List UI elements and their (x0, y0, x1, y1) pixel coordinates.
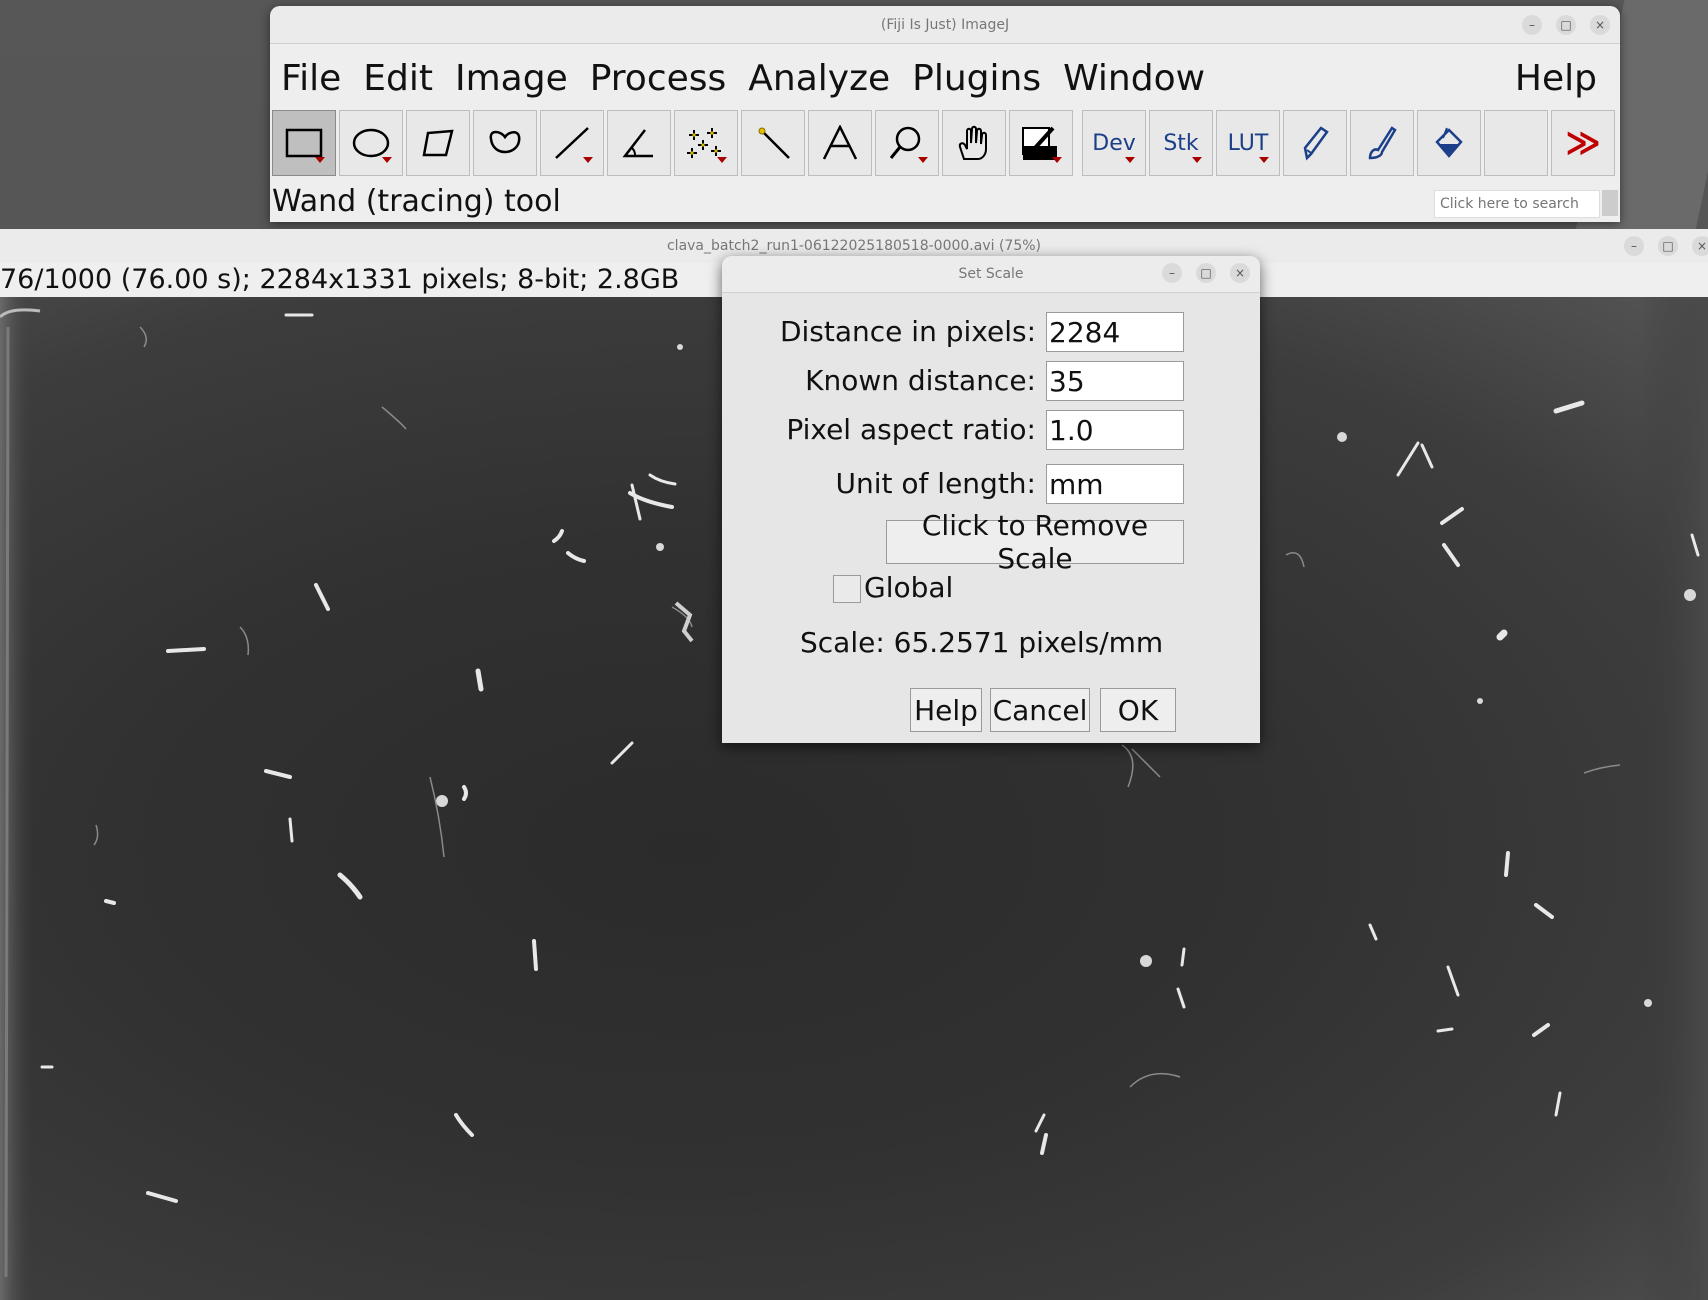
multipoint-icon (687, 128, 721, 158)
distance-pixels-field[interactable] (1046, 312, 1184, 352)
stack-menu-tool[interactable]: Stk (1149, 110, 1213, 176)
aspect-ratio-row: Pixel aspect ratio: (722, 410, 1260, 450)
dialog-title: Set Scale (958, 266, 1024, 282)
menu-process[interactable]: Process (579, 58, 738, 99)
maximize-button[interactable]: □ (1658, 236, 1678, 256)
maximize-button[interactable]: □ (1196, 263, 1216, 283)
unit-field[interactable] (1046, 464, 1184, 504)
aspect-ratio-label: Pixel aspect ratio: (786, 413, 1036, 446)
flood-fill-tool[interactable] (1417, 110, 1481, 176)
distance-pixels-row: Distance in pixels: (722, 312, 1260, 352)
polygon-tool[interactable] (406, 110, 470, 176)
known-distance-row: Known distance: (722, 361, 1260, 401)
more-tools-button[interactable]: ≫ (1551, 110, 1615, 176)
dialog-titlebar[interactable]: Set Scale – □ × (722, 256, 1260, 293)
scale-readout: Scale: 65.2571 pixels/mm (800, 626, 1164, 659)
status-bar: Wand (tracing) tool (272, 184, 561, 219)
text-tool[interactable] (808, 110, 872, 176)
fiji-window-title: (Fiji Is Just) ImageJ (880, 16, 1010, 33)
magic-wand-icon (758, 127, 790, 159)
tool-menu-indicator (382, 157, 392, 163)
tool-menu-indicator (717, 157, 727, 163)
distance-pixels-label: Distance in pixels: (779, 315, 1036, 348)
menu-window[interactable]: Window (1052, 58, 1216, 99)
menu-image[interactable]: Image (444, 58, 579, 99)
fiji-window-controls: – □ × (1522, 15, 1610, 35)
remove-scale-button[interactable]: Click to Remove Scale (886, 509, 1184, 575)
tool-bar: Dev Stk LUT ≫ (272, 110, 1618, 178)
set-scale-dialog: Set Scale – □ × Distance in pixels: Know… (722, 256, 1260, 743)
dev-menu-tool[interactable]: Dev (1082, 110, 1146, 176)
stk-label: Stk (1163, 130, 1199, 156)
zoom-tool[interactable] (875, 110, 939, 176)
tool-menu-indicator (1052, 157, 1062, 163)
oval-tool[interactable] (339, 110, 403, 176)
angle-icon (622, 129, 653, 158)
polygon-icon (422, 129, 454, 157)
double-chevron-icon: ≫ (1565, 123, 1601, 163)
menu-bar: File Edit Image Process Analyze Plugins … (270, 46, 1620, 110)
image-window-controls: – □ × (1624, 236, 1708, 256)
ok-button[interactable]: OK (1100, 688, 1176, 732)
menu-plugins[interactable]: Plugins (901, 58, 1052, 99)
image-window-title: clava_batch2_run1-06122025180518-0000.av… (666, 238, 1041, 254)
fiji-main-window: (Fiji Is Just) ImageJ – □ × File Edit Im… (270, 6, 1620, 222)
search-button[interactable] (1602, 190, 1618, 216)
text-tool-icon (822, 125, 858, 160)
fiji-titlebar[interactable]: (Fiji Is Just) ImageJ – □ × (270, 6, 1620, 44)
lut-menu-tool[interactable]: LUT (1216, 110, 1280, 176)
line-icon (555, 127, 589, 159)
menu-file[interactable]: File (270, 58, 352, 99)
tool-menu-indicator (1259, 157, 1269, 163)
minimize-button[interactable]: – (1162, 263, 1182, 283)
global-checkbox[interactable] (833, 575, 861, 603)
known-distance-label: Known distance: (805, 364, 1036, 397)
tool-menu-indicator (918, 157, 928, 163)
unit-row: Unit of length: (722, 464, 1260, 504)
pencil-tool[interactable] (1283, 110, 1347, 176)
brush-tool[interactable] (1350, 110, 1414, 176)
angle-tool[interactable] (607, 110, 671, 176)
dev-label: Dev (1092, 130, 1136, 156)
lut-label: LUT (1227, 130, 1269, 156)
oval-icon (352, 128, 390, 158)
multipoint-tool[interactable] (674, 110, 738, 176)
brush-icon (1368, 126, 1397, 160)
tool-menu-indicator (1192, 157, 1202, 163)
global-label: Global (864, 571, 954, 604)
close-button[interactable]: × (1692, 236, 1708, 256)
paint-bucket-icon (1435, 127, 1463, 158)
close-button[interactable]: × (1590, 15, 1610, 35)
wand-tool[interactable] (741, 110, 805, 176)
color-picker-tool[interactable] (1009, 110, 1073, 176)
tool-menu-indicator (1125, 157, 1135, 163)
menu-edit[interactable]: Edit (352, 58, 444, 99)
empty-tool-slot (1484, 110, 1548, 176)
hand-icon (958, 125, 987, 160)
freehand-icon (489, 130, 521, 154)
tool-menu-indicator (583, 157, 593, 163)
minimize-button[interactable]: – (1624, 236, 1644, 256)
close-button[interactable]: × (1230, 263, 1250, 283)
maximize-button[interactable]: □ (1556, 15, 1576, 35)
rectangle-icon (285, 128, 323, 158)
tool-menu-indicator (315, 157, 325, 163)
aspect-ratio-field[interactable] (1046, 410, 1184, 450)
rectangle-tool[interactable] (272, 110, 336, 176)
search-input[interactable] (1434, 190, 1600, 218)
freehand-tool[interactable] (473, 110, 537, 176)
hand-tool[interactable] (942, 110, 1006, 176)
cancel-button[interactable]: Cancel (990, 688, 1090, 732)
pencil-icon (1303, 126, 1329, 161)
magnifier-icon (889, 126, 921, 159)
help-button[interactable]: Help (910, 688, 982, 732)
unit-label: Unit of length: (835, 467, 1036, 500)
known-distance-field[interactable] (1046, 361, 1184, 401)
line-tool[interactable] (540, 110, 604, 176)
minimize-button[interactable]: – (1522, 15, 1542, 35)
menu-analyze[interactable]: Analyze (737, 58, 901, 99)
dialog-window-controls: – □ × (1162, 263, 1250, 283)
menu-help[interactable]: Help (1504, 58, 1608, 99)
